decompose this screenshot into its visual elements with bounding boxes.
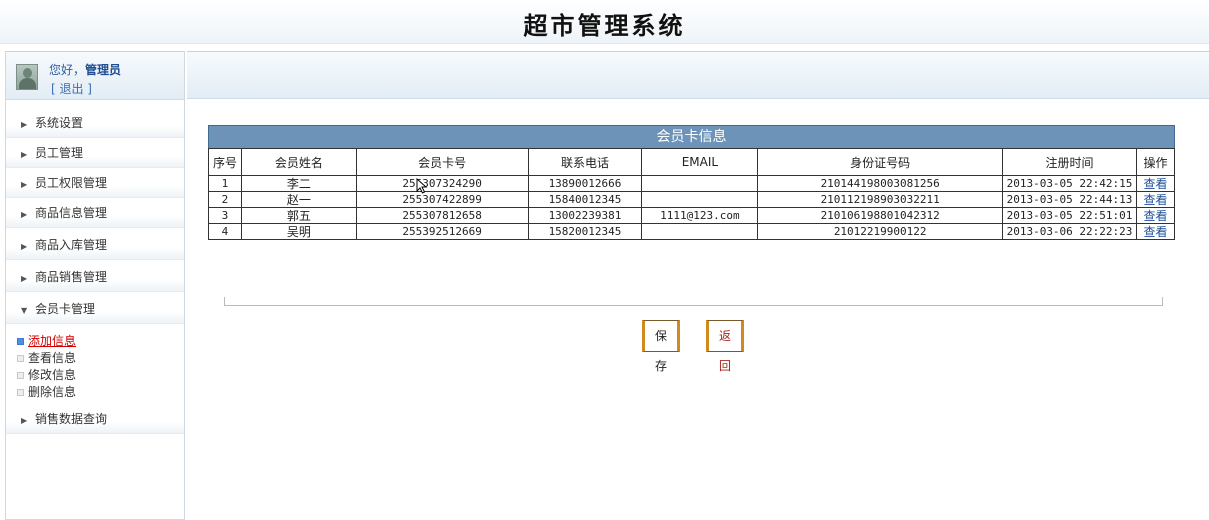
sidebar-item-staff-permissions[interactable]: ▶ 员工权限管理: [6, 168, 184, 198]
cell-register-time: 2013-03-05 22:42:15: [1002, 175, 1137, 192]
cell-index: 4: [208, 223, 242, 240]
content-divider: [224, 297, 1163, 306]
sidebar-item-membership[interactable]: ▼ 会员卡管理: [6, 294, 184, 324]
sidebar-item-label: 商品销售管理: [35, 270, 108, 284]
sidebar-item-sales-query[interactable]: ▶ 销售数据查询: [6, 404, 184, 434]
cell-email: [641, 175, 759, 192]
col-header-email: EMAIL: [641, 148, 759, 176]
page-header: 超市管理系统: [0, 0, 1209, 44]
bullet-icon: [17, 338, 24, 345]
cell-id-number: 210106198801042312: [757, 207, 1004, 224]
table-row: 1 李二 255307324290 13890012666 2101441980…: [208, 175, 1176, 192]
caret-down-icon: ▼: [21, 306, 28, 315]
save-button[interactable]: 保存: [642, 320, 680, 373]
cell-id-number: 210144198003081256: [757, 175, 1004, 192]
user-panel: 您好，管理员 [ 退出 ]: [6, 52, 184, 100]
cell-id-number: 21012219900122: [757, 223, 1004, 240]
sidebar-item-label: 员工权限管理: [35, 176, 108, 190]
sidebar-item-label: 销售数据查询: [35, 412, 108, 426]
cell-card-number: 255307324290: [355, 175, 529, 192]
sidebar-item-label: 系统设置: [35, 116, 84, 130]
cell-register-time: 2013-03-05 22:44:13: [1002, 191, 1137, 208]
cell-card-number: 255307422899: [355, 191, 529, 208]
cell-email: [641, 191, 759, 208]
user-name: 管理员: [85, 63, 122, 77]
user-greeting: 您好，管理员: [49, 63, 122, 77]
member-card-table: 会员卡信息 序号 会员姓名 会员卡号 联系电话 EMAIL 身份证号码 注册时间…: [208, 125, 1176, 240]
col-header-register-time: 注册时间: [1002, 148, 1137, 176]
sidebar-item-stock-in[interactable]: ▶ 商品入库管理: [6, 230, 184, 260]
cell-card-number: 255307812658: [355, 207, 529, 224]
sidebar-item-label: 员工管理: [35, 146, 84, 160]
sidebar-item-system-settings[interactable]: ▶ 系统设置: [6, 108, 184, 138]
cell-email: [641, 223, 759, 240]
bullet-icon: [17, 355, 24, 362]
cell-email: 1111@123.com: [641, 207, 759, 224]
caret-right-icon: ▶: [21, 416, 28, 425]
sidebar-item-label: 商品信息管理: [35, 206, 108, 220]
cell-name: 赵一: [240, 191, 357, 208]
caret-right-icon: ▶: [21, 180, 28, 189]
col-header-name: 会员姓名: [240, 148, 357, 176]
cell-id-number: 210112198903032211: [757, 191, 1004, 208]
sidebar-item-product-info[interactable]: ▶ 商品信息管理: [6, 198, 184, 228]
cell-index: 2: [208, 191, 242, 208]
cell-register-time: 2013-03-06 22:22:23: [1002, 223, 1137, 240]
caret-right-icon: ▶: [21, 274, 28, 283]
table-row: 3 郭五 255307812658 13002239381 1111@123.c…: [208, 207, 1176, 224]
submenu-add-info[interactable]: 添加信息: [17, 332, 76, 349]
col-header-action: 操作: [1135, 148, 1176, 176]
submenu-edit-info[interactable]: 修改信息: [17, 366, 76, 383]
view-link[interactable]: 查看: [1135, 191, 1176, 208]
col-header-id-number: 身份证号码: [757, 148, 1004, 176]
cell-phone: 13890012666: [527, 175, 643, 192]
table-row: 4 吴明 255392512669 15820012345 2101221990…: [208, 223, 1176, 240]
sidebar-item-label: 会员卡管理: [35, 302, 96, 316]
table-caption: 会员卡信息: [208, 125, 1175, 148]
view-link[interactable]: 查看: [1135, 175, 1176, 192]
cell-name: 李二: [240, 175, 357, 192]
bullet-icon: [17, 372, 24, 379]
caret-right-icon: ▶: [21, 150, 28, 159]
logout-link[interactable]: [ 退出 ]: [51, 80, 92, 97]
back-button[interactable]: 返回: [706, 320, 744, 373]
sidebar-item-label: 商品入库管理: [35, 238, 108, 252]
cell-phone: 15840012345: [527, 191, 643, 208]
avatar: [16, 64, 38, 90]
bullet-icon: [17, 389, 24, 396]
cell-phone: 15820012345: [527, 223, 643, 240]
cell-card-number: 255392512669: [355, 223, 529, 240]
caret-right-icon: ▶: [21, 242, 28, 251]
sidebar-item-sales[interactable]: ▶ 商品销售管理: [6, 262, 184, 292]
submenu-view-info[interactable]: 查看信息: [17, 349, 76, 366]
cell-name: 吴明: [240, 223, 357, 240]
app-title: 超市管理系统: [523, 11, 686, 40]
cell-register-time: 2013-03-05 22:51:01: [1002, 207, 1137, 224]
mouse-cursor-icon: [416, 178, 428, 194]
table-row: 2 赵一 255307422899 15840012345 2101121989…: [208, 191, 1176, 208]
cell-index: 1: [208, 175, 242, 192]
col-header-index: 序号: [208, 148, 242, 176]
sidebar-item-staff[interactable]: ▶ 员工管理: [6, 138, 184, 168]
cell-index: 3: [208, 207, 242, 224]
cell-phone: 13002239381: [527, 207, 643, 224]
cell-name: 郭五: [240, 207, 357, 224]
submenu-delete-info[interactable]: 删除信息: [17, 383, 76, 400]
caret-right-icon: ▶: [21, 210, 28, 219]
view-link[interactable]: 查看: [1135, 223, 1176, 240]
col-header-phone: 联系电话: [527, 148, 643, 176]
caret-right-icon: ▶: [21, 120, 28, 129]
view-link[interactable]: 查看: [1135, 207, 1176, 224]
content-topbar: [187, 51, 1209, 99]
table-header-row: 序号 会员姓名 会员卡号 联系电话 EMAIL 身份证号码 注册时间 操作: [208, 148, 1176, 176]
sidebar: 您好，管理员 [ 退出 ] ▶ 系统设置 ▶ 员工管理 ▶ 员工权限管理 ▶ 商品信息管…: [5, 51, 185, 520]
col-header-card-number: 会员卡号: [355, 148, 529, 176]
